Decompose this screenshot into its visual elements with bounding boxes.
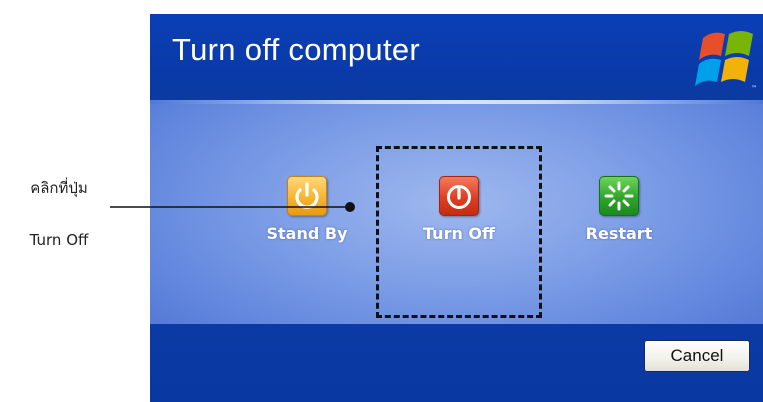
dialog-header: Turn off computer ™ [150, 14, 763, 100]
annotation-target-label: Turn Off [29, 231, 89, 249]
restart-label: Restart [585, 224, 653, 243]
restart-button[interactable]: Restart [564, 176, 674, 286]
turn-off-dialog: Turn off computer ™ Stand By Turn Off Re… [150, 14, 763, 402]
standby-power-icon [287, 176, 327, 216]
dialog-title: Turn off computer [172, 32, 421, 67]
stand-by-label: Stand By [266, 224, 348, 243]
annotation-instruction: คลิกที่ปุ่ม [30, 179, 88, 197]
stand-by-button[interactable]: Stand By [252, 176, 362, 286]
highlight-dashed-box [376, 146, 542, 318]
cancel-button[interactable]: Cancel [644, 340, 750, 372]
screenshot-stage: คลิกที่ปุ่ม Turn Off Turn off computer ™ [0, 0, 763, 402]
restart-icon [599, 176, 639, 216]
windows-xp-flag-icon: ™ [695, 31, 757, 92]
svg-text:™: ™ [751, 85, 757, 92]
